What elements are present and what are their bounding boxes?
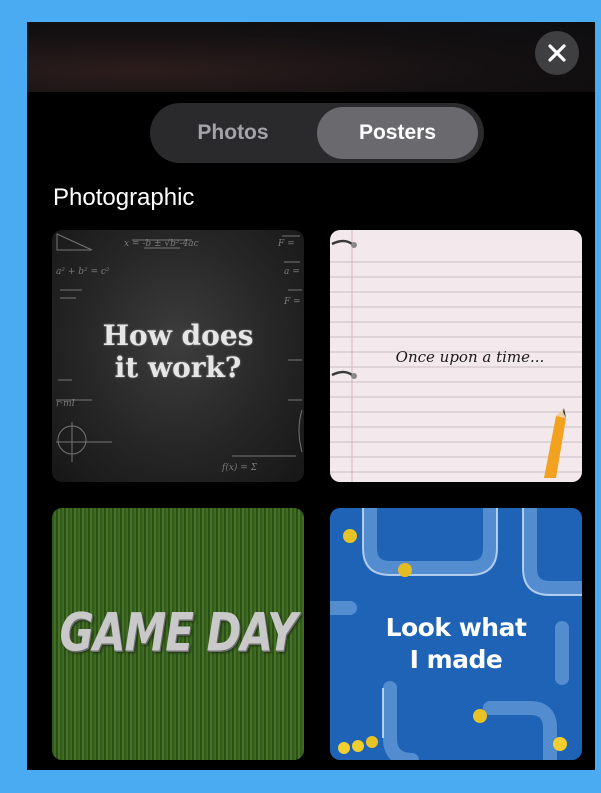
- photos-posters-segmented-control: Photos Posters: [150, 103, 484, 163]
- poster-text-game-day: GAME DAY: [59, 601, 297, 664]
- svg-text:a =: a =: [284, 267, 300, 277]
- poster-tile-notebook[interactable]: Once upon a time...: [330, 230, 582, 482]
- svg-text:F =: F =: [277, 239, 295, 249]
- svg-text:a² + b² = c²: a² + b² = c²: [56, 267, 110, 277]
- poster-tile-chalkboard[interactable]: a² + b² = c² x = -b ± √b²-4ac F = a = F …: [52, 230, 304, 482]
- svg-text:x = -b ± √b²-4ac: x = -b ± √b²-4ac: [124, 238, 199, 249]
- poster-text-how-does-it-work: How does it work?: [102, 319, 254, 384]
- poster-picker-sheet: Photos Posters Photographic a² + b² = c²…: [27, 22, 595, 770]
- svg-text:f(x) = Σ: f(x) = Σ: [221, 462, 258, 473]
- poster-text-once-upon-a-time: Once upon a time...: [395, 348, 545, 366]
- section-title: Photographic: [53, 184, 195, 211]
- poster-tile-turf[interactable]: GAME DAY: [52, 508, 304, 760]
- svg-text:r·ml: r·ml: [56, 399, 75, 409]
- close-icon: [548, 44, 566, 62]
- poster-text-look-what-i-made: Look what I made: [385, 613, 527, 674]
- svg-text:F =: F =: [283, 297, 301, 307]
- segment-photos[interactable]: Photos: [154, 107, 312, 159]
- close-button[interactable]: [535, 31, 579, 75]
- segment-posters[interactable]: Posters: [317, 107, 478, 159]
- header-backdrop: [27, 22, 595, 92]
- poster-tile-marble-run[interactable]: Look what I made: [330, 508, 582, 760]
